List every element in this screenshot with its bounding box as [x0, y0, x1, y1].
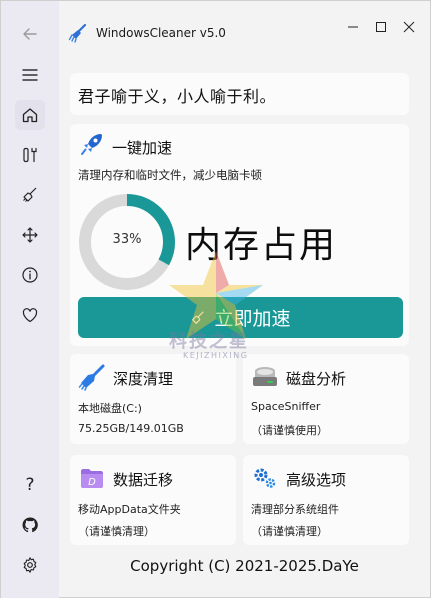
- folder-icon: D: [81, 469, 103, 488]
- gears-icon: [254, 468, 276, 488]
- disk-analysis-title: 磁盘分析: [286, 370, 347, 388]
- tools-icon: [23, 147, 37, 163]
- nav-move[interactable]: [15, 220, 45, 250]
- github-icon: [22, 517, 38, 533]
- broom-icon: [78, 364, 105, 391]
- sidebar: ?: [1, 1, 59, 598]
- quote-text: 君子喻于义，小人喻于利。: [78, 87, 277, 106]
- data-migration-tile[interactable]: D 数据迁移 移动AppData文件夹 （请谨慎清理）: [70, 455, 236, 545]
- advanced-options-title: 高级选项: [286, 471, 347, 489]
- window-title: WindowsCleaner v5.0: [96, 26, 226, 40]
- nav-tools[interactable]: [15, 140, 45, 170]
- memory-label: 内存占用: [185, 225, 338, 266]
- nav-favorite[interactable]: [15, 300, 45, 330]
- question-icon: ?: [25, 475, 35, 495]
- arrow-left-icon: [23, 28, 37, 40]
- watermark-text: 科技之星: [169, 331, 249, 352]
- github-button[interactable]: [15, 510, 45, 540]
- speedup-description: 清理内存和临时文件，减少电脑卡顿: [78, 168, 262, 182]
- maximize-icon: [376, 22, 386, 32]
- close-icon: [403, 21, 415, 33]
- gear-icon: [23, 557, 37, 573]
- broom-icon: [192, 310, 205, 324]
- minimize-button[interactable]: [343, 17, 363, 37]
- maximize-button[interactable]: [371, 17, 391, 37]
- rocket-icon: [81, 134, 102, 155]
- help-button[interactable]: ?: [15, 470, 45, 500]
- heart-icon: [22, 308, 38, 323]
- nav-clean[interactable]: [15, 180, 45, 210]
- disk-analysis-tile[interactable]: 磁盘分析 SpaceSniffer （请谨慎使用）: [243, 354, 409, 444]
- data-migration-desc: 移动AppData文件夹: [78, 503, 181, 516]
- deep-clean-usage: 75.25GB/149.01GB: [78, 422, 184, 435]
- broom-icon: [23, 187, 37, 202]
- advanced-options-tile[interactable]: 高级选项 清理部分系统组件 （请谨慎清理）: [243, 455, 409, 545]
- svg-text:D: D: [88, 477, 96, 488]
- watermark-subtext: KEJIZHIXING: [183, 351, 249, 360]
- quote-card: 君子喻于义，小人喻于利。: [70, 73, 409, 115]
- data-migration-title: 数据迁移: [113, 471, 174, 489]
- advanced-options-warning: （请谨慎清理）: [251, 525, 328, 538]
- settings-button[interactable]: [15, 550, 45, 580]
- app-logo-icon: [68, 23, 87, 43]
- copyright-footer: Copyright (C) 2021-2025.DaYe: [130, 557, 359, 575]
- memory-percent: 33%: [112, 232, 142, 247]
- disk-analysis-warning: （请谨慎使用）: [251, 424, 328, 437]
- deep-clean-title: 深度清理: [113, 370, 174, 388]
- disk-analysis-tool: SpaceSniffer: [251, 400, 321, 413]
- deep-clean-drive: 本地磁盘(C:): [78, 402, 142, 415]
- deep-clean-tile[interactable]: 深度清理 本地磁盘(C:) 75.25GB/149.01GB: [70, 354, 236, 444]
- hamburger-icon: [22, 69, 38, 81]
- data-migration-warning: （请谨慎清理）: [78, 525, 155, 538]
- menu-button[interactable]: [15, 60, 45, 90]
- speedup-card: 一键加速 清理内存和临时文件，减少电脑卡顿 33% 内存占用 立即加速: [70, 124, 409, 346]
- home-icon: [22, 108, 38, 123]
- nav-home[interactable]: [15, 100, 45, 130]
- close-button[interactable]: [399, 17, 419, 37]
- speedup-title: 一键加速: [112, 139, 173, 157]
- advanced-options-desc: 清理部分系统组件: [251, 503, 339, 516]
- move-arrows-icon: [22, 227, 38, 243]
- nav-about[interactable]: [15, 260, 45, 290]
- info-icon: [22, 267, 38, 283]
- title-bar: WindowsCleaner v5.0: [59, 1, 430, 63]
- hard-drive-icon: [253, 367, 277, 386]
- back-button[interactable]: [15, 19, 45, 49]
- minimize-icon: [348, 26, 358, 28]
- app-window: ? WindowsCleaner v5.0 君子喻于义，小人喻于利。 一键加速 …: [0, 0, 431, 598]
